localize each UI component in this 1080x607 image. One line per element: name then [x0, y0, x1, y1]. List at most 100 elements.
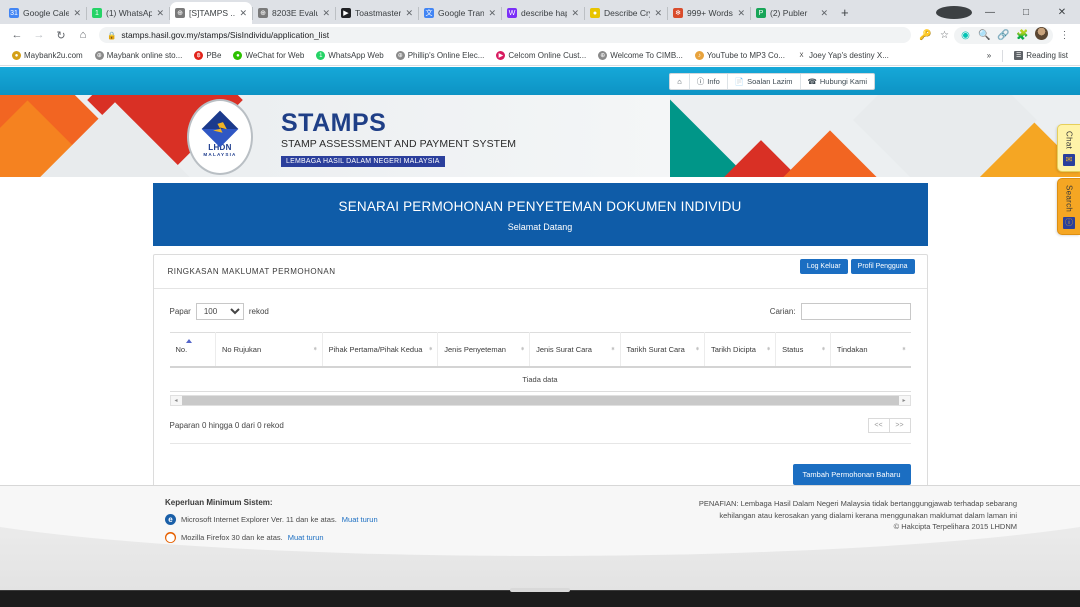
puzzle-icon[interactable]: 🧩	[1013, 30, 1032, 41]
bookmark-item[interactable]: ● WeChat for Web	[227, 51, 310, 60]
bookmark-item[interactable]: ● Maybank2u.com	[6, 51, 89, 60]
browser-tab[interactable]: 1 (1) WhatsApp✕	[87, 2, 169, 24]
sort-toggle-icon[interactable]: ▲ ▼	[766, 346, 771, 352]
browser-tab[interactable]: ⊕ [S]TAMPS ... ✕	[170, 2, 252, 24]
browser-tab[interactable]: P (2) Publer ✕	[751, 2, 833, 24]
table-column-header[interactable]: Jenis Surat Cara ▲ ▼	[529, 332, 621, 368]
bookmark-item[interactable]: ⊕ Maybank online sto...	[89, 51, 189, 60]
requirement-firefox: ⬤ Mozilla Firefox 30 dan ke atas. Muat t…	[165, 532, 595, 543]
whatsapp-icon: 1	[92, 8, 102, 18]
nav-contact[interactable]: ☎ Hubungi Kami	[801, 74, 874, 89]
bookmark-item[interactable]: 1 WhatsApp Web	[310, 51, 389, 60]
browser-window: 31Google Calen✕1(1) WhatsApp✕⊕[S]TAMPS .…	[0, 0, 1080, 607]
page-length-select[interactable]: 102550100	[195, 303, 244, 320]
table-column-header[interactable]: No Rujukan ▲ ▼	[215, 332, 323, 368]
bookmark-item[interactable]: ⊕ Phillip's Online Elec...	[390, 51, 491, 60]
minimize-button[interactable]: —	[972, 7, 1008, 18]
close-tab-icon[interactable]: ✕	[322, 8, 330, 19]
table-column-header[interactable]: Jenis Penyeteman ▲ ▼	[437, 332, 531, 368]
address-bar[interactable]: 🔒 stamps.hasil.gov.my/stamps/SisIndividu…	[99, 27, 911, 43]
star-icon[interactable]: ☆	[935, 30, 954, 41]
scroll-right-arrow-icon[interactable]: ▸	[899, 397, 910, 404]
home-icon[interactable]: ⌂	[72, 29, 94, 41]
chat-tab[interactable]: Chat ✉	[1057, 124, 1080, 173]
close-tab-icon[interactable]: ✕	[239, 8, 247, 19]
table-column-header[interactable]: No.	[169, 332, 216, 368]
close-tab-icon[interactable]: ✕	[73, 8, 81, 19]
requirement-ie-text: Microsoft Internet Explorer Ver. 11 dan …	[181, 515, 337, 524]
close-tab-icon[interactable]: ✕	[405, 8, 413, 19]
extension-link-icon[interactable]: 🔗	[994, 30, 1013, 41]
close-tab-icon[interactable]: ✕	[654, 8, 662, 19]
bookmark-item[interactable]: ▶ Celcom Online Cust...	[490, 51, 592, 60]
sort-toggle-icon[interactable]: ▲ ▼	[611, 346, 616, 352]
profile-avatar[interactable]	[1032, 27, 1051, 43]
close-tab-icon[interactable]: ✕	[737, 8, 745, 19]
browser-tab[interactable]: 文 Google Trans ✕	[419, 2, 501, 24]
table-column-header[interactable]: Tindakan ▲ ▼	[830, 332, 911, 368]
extension-search-icon[interactable]: 🔍	[975, 30, 994, 41]
page-length-suffix-label: rekod	[248, 307, 269, 316]
close-tab-icon[interactable]: ✕	[488, 8, 496, 19]
nav-home[interactable]: ⌂	[670, 73, 690, 89]
nav-faq[interactable]: 📄 Soalan Lazim	[728, 73, 801, 89]
tab-search-dropdown-button[interactable]: ▾	[936, 5, 972, 19]
key-icon[interactable]: 🔑	[916, 30, 935, 41]
logout-button[interactable]: Log Keluar	[799, 259, 848, 274]
table-column-header[interactable]: Tarikh Dicipta ▲ ▼	[704, 332, 777, 368]
globe-icon: ⊕	[175, 8, 185, 18]
user-profile-button[interactable]: Profil Pengguna	[850, 259, 915, 274]
requirement-firefox-download-link[interactable]: Muat turun	[288, 533, 324, 542]
search-tab[interactable]: Search ⓘ	[1057, 178, 1080, 236]
sort-toggle-icon[interactable]: ▲ ▼	[313, 346, 318, 352]
browser-tab-title: (1) WhatsApp	[106, 8, 153, 18]
table-horizontal-scrollbar[interactable]: ◂ ▸	[169, 394, 911, 406]
maximize-button[interactable]: □	[1008, 7, 1044, 18]
requirement-ie-download-link[interactable]: Muat turun	[342, 515, 378, 524]
browser-tab[interactable]: ● Describe Cry ✕	[585, 2, 667, 24]
kebab-menu-icon[interactable]: ⋮	[1055, 30, 1074, 41]
new-tab-button[interactable]: +	[833, 5, 857, 20]
add-new-application-button[interactable]: Tambah Permohonan Baharu	[792, 463, 911, 485]
forward-icon[interactable]: →	[28, 29, 50, 41]
scrollbar-thumb[interactable]	[181, 395, 899, 405]
application-summary-card: RINGKASAN MAKLUMAT PERMOHONAN Log Keluar…	[152, 254, 928, 498]
browser-tab[interactable]: Wdescribe hap ✕	[502, 2, 584, 24]
bookmark-label: WeChat for Web	[245, 51, 305, 60]
bookmark-item[interactable]: ⊕ Welcome To CIMB...	[592, 51, 689, 60]
taskbar-notch	[510, 588, 570, 592]
scroll-left-arrow-icon[interactable]: ◂	[171, 397, 182, 404]
back-icon[interactable]: ←	[6, 29, 28, 41]
browser-tab[interactable]: ⊕ 8203E Evalua✕	[253, 2, 335, 24]
bookmark-item[interactable]: X Joey Yap's destiny X...	[791, 51, 895, 60]
bookmark-item[interactable]: ฿ PBe	[188, 51, 227, 60]
previous-page-button[interactable]: <<	[867, 417, 890, 433]
close-tab-icon[interactable]: ✕	[571, 8, 579, 19]
browser-tab[interactable]: ▶ Toastmasters ✕	[336, 2, 418, 24]
sort-toggle-icon[interactable]: ▲ ▼	[695, 346, 700, 352]
sort-toggle-icon[interactable]: ▲ ▼	[520, 346, 525, 352]
sort-toggle-icon[interactable]: ▲ ▼	[428, 346, 433, 352]
sort-toggle-icon[interactable]: ▲ ▼	[902, 346, 907, 352]
nav-info[interactable]: ⓘ Info	[690, 73, 728, 89]
search-input[interactable]	[800, 303, 911, 320]
next-page-button[interactable]: >>	[888, 417, 911, 433]
brand-subtitle: STAMP ASSESSMENT AND PAYMENT SYSTEM	[281, 138, 517, 150]
site-footer: Keperluan Minimum Sistem: e Microsoft In…	[0, 485, 1080, 590]
browser-tab[interactable]: 31 Google Calen✕	[4, 2, 86, 24]
sort-toggle-icon[interactable]: ▲ ▼	[821, 346, 826, 352]
close-tab-icon[interactable]: ✕	[156, 8, 164, 19]
card-header-buttons: Log Keluar Profil Pengguna	[799, 259, 915, 274]
extension-teal-icon[interactable]: ◉	[956, 30, 975, 41]
bookmarks-overflow-button[interactable]: »	[981, 51, 997, 60]
table-column-header[interactable]: Tarikh Surat Cara ▲ ▼	[620, 332, 705, 368]
reload-icon[interactable]: ↻	[50, 29, 72, 42]
close-window-button[interactable]: ✕	[1044, 7, 1080, 18]
browser-tab[interactable]: ❄ 999+ Words ✕	[668, 2, 750, 24]
bookmark-item[interactable]: ♪ YouTube to MP3 Co...	[689, 51, 791, 60]
table-column-header[interactable]: Pihak Pertama/Pihak Kedua ▲ ▼	[322, 332, 439, 368]
table-column-header[interactable]: Status ▲ ▼	[775, 332, 831, 368]
reading-list-button[interactable]: ☰ Reading list	[1008, 51, 1074, 60]
table-empty-row: Tiada data	[169, 366, 911, 392]
close-tab-icon[interactable]: ✕	[820, 8, 828, 19]
